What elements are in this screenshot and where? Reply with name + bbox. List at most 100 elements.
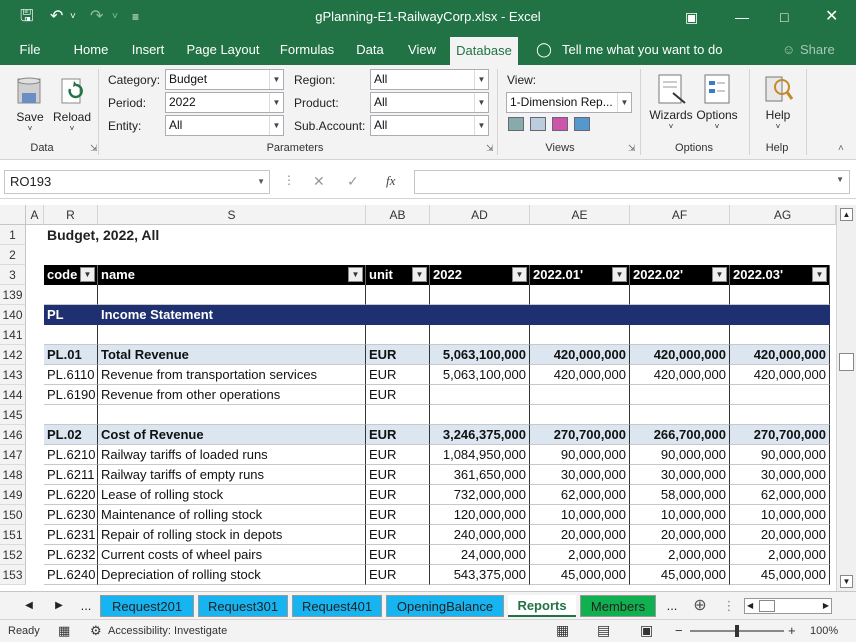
page-layout-view-icon[interactable]: ▤ <box>597 622 610 639</box>
close-icon[interactable]: ✕ <box>825 0 838 34</box>
table-cell[interactable]: 90,000,000 <box>730 445 830 465</box>
row-header[interactable]: 147 <box>0 445 26 465</box>
table-cell[interactable] <box>430 305 530 325</box>
table-cell[interactable]: 2,000,000 <box>630 545 730 565</box>
tell-me-search[interactable]: Tell me what you want to do <box>562 34 722 65</box>
table-cell[interactable]: 266,700,000 <box>630 425 730 445</box>
entity-select[interactable]: All ▼ <box>165 115 284 136</box>
table-cell[interactable]: 30,000,000 <box>530 465 630 485</box>
tab-insert[interactable]: Insert <box>126 34 170 65</box>
column-header[interactable]: AD <box>430 205 530 225</box>
page-break-view-icon[interactable]: ▣ <box>640 622 653 639</box>
design-view-icon[interactable] <box>574 117 590 131</box>
column-header[interactable]: R <box>44 205 98 225</box>
minimize-icon[interactable]: — <box>735 0 749 34</box>
tab-database[interactable]: Database <box>450 37 518 65</box>
table-cell[interactable]: 10,000,000 <box>730 505 830 525</box>
table-cell[interactable] <box>44 285 98 305</box>
table-cell[interactable] <box>430 405 530 425</box>
category-select[interactable]: Budget ▼ <box>165 69 284 90</box>
accessibility-icon[interactable]: ⚙ <box>90 623 102 639</box>
table-cell[interactable]: Railway tariffs of loaded runs <box>98 445 366 465</box>
sheet-tab[interactable]: Request301 <box>198 595 288 617</box>
filter-dropdown-icon[interactable]: ▼ <box>812 267 827 282</box>
row-header[interactable]: 152 <box>0 545 26 565</box>
horizontal-scrollbar[interactable]: ◀ ▶ <box>744 598 832 614</box>
column-header[interactable]: S <box>98 205 366 225</box>
row-header[interactable]: 151 <box>0 525 26 545</box>
sheet-tab[interactable]: OpeningBalance <box>386 595 504 617</box>
sheet-tab[interactable]: Members <box>580 595 656 617</box>
maximize-icon[interactable]: □ <box>780 0 788 34</box>
redo-icon[interactable]: ↷ <box>90 0 103 34</box>
zoom-out-icon[interactable]: − <box>675 623 683 638</box>
zoom-level[interactable]: 100% <box>810 625 838 637</box>
tab-split-icon[interactable]: ⋮ <box>722 595 736 617</box>
table-cell[interactable]: EUR <box>366 445 430 465</box>
row-header[interactable]: 145 <box>0 405 26 425</box>
table-cell[interactable]: 45,000,000 <box>730 565 830 585</box>
table-cell[interactable] <box>98 405 366 425</box>
wizards-button[interactable]: Wizards ˅ <box>648 73 694 131</box>
table-cell[interactable]: EUR <box>366 425 430 445</box>
collapse-ribbon-icon[interactable]: ˄ <box>838 143 844 154</box>
table-cell[interactable]: 90,000,000 <box>630 445 730 465</box>
table-cell[interactable]: 543,375,000 <box>430 565 530 585</box>
table-cell[interactable] <box>530 405 630 425</box>
table-cell[interactable]: Railway tariffs of empty runs <box>98 465 366 485</box>
next-sheet-icon[interactable]: ▶ <box>52 595 66 617</box>
table-cell[interactable] <box>44 325 98 345</box>
h-scroll-thumb[interactable] <box>759 600 775 612</box>
row-header[interactable]: 2 <box>0 245 26 265</box>
insert-function-icon[interactable]: fx <box>386 173 395 189</box>
table-cell[interactable]: Current costs of wheel pairs <box>98 545 366 565</box>
region-select[interactable]: All ▼ <box>370 69 489 90</box>
table-cell[interactable]: EUR <box>366 365 430 385</box>
filter-dropdown-icon[interactable]: ▼ <box>412 267 427 282</box>
undo-icon[interactable]: ↶ <box>50 0 63 34</box>
row-header[interactable]: 144 <box>0 385 26 405</box>
enter-icon[interactable]: ✓ <box>347 173 359 190</box>
row-header[interactable]: 143 <box>0 365 26 385</box>
table-cell[interactable]: 732,000,000 <box>430 485 530 505</box>
table-cell[interactable] <box>98 325 366 345</box>
table-cell[interactable] <box>630 285 730 305</box>
table-cell[interactable]: Maintenance of rolling stock <box>98 505 366 525</box>
table-cell[interactable] <box>366 285 430 305</box>
table-cell[interactable]: PL.6230 <box>44 505 98 525</box>
grid-view-icon[interactable] <box>530 117 546 131</box>
table-cell[interactable] <box>730 305 830 325</box>
table-cell[interactable]: 240,000,000 <box>430 525 530 545</box>
row-header[interactable]: 3 <box>0 265 26 285</box>
table-cell[interactable] <box>730 385 830 405</box>
column-header[interactable]: AG <box>730 205 836 225</box>
tab-data[interactable]: Data <box>350 34 390 65</box>
table-cell[interactable]: PL <box>44 305 98 325</box>
zoom-slider[interactable] <box>690 625 784 637</box>
table-cell[interactable] <box>530 385 630 405</box>
table-cell[interactable]: 420,000,000 <box>630 365 730 385</box>
table-cell[interactable]: PL.6220 <box>44 485 98 505</box>
row-header[interactable]: 149 <box>0 485 26 505</box>
table-cell[interactable]: PL.6110 <box>44 365 98 385</box>
table-cell[interactable]: 120,000,000 <box>430 505 530 525</box>
table-cell[interactable]: PL.01 <box>44 345 98 365</box>
table-cell[interactable]: EUR <box>366 485 430 505</box>
new-sheet-icon[interactable]: ⊕ <box>690 595 710 617</box>
scroll-up-icon[interactable]: ▲ <box>840 208 853 221</box>
table-cell[interactable]: 45,000,000 <box>630 565 730 585</box>
filter-dropdown-icon[interactable]: ▼ <box>712 267 727 282</box>
accessibility-status[interactable]: Accessibility: Investigate <box>108 625 227 637</box>
table-cell[interactable]: PL.6211 <box>44 465 98 485</box>
table-cell[interactable]: Income Statement <box>98 305 366 325</box>
table-cell[interactable] <box>530 325 630 345</box>
table-cell[interactable]: PL.02 <box>44 425 98 445</box>
table-cell[interactable]: 30,000,000 <box>630 465 730 485</box>
row-header[interactable]: 148 <box>0 465 26 485</box>
table-cell[interactable]: 361,650,000 <box>430 465 530 485</box>
row-header[interactable]: 139 <box>0 285 26 305</box>
table-cell[interactable]: Repair of rolling stock in depots <box>98 525 366 545</box>
customize-qat-icon[interactable]: ≡ <box>132 0 139 34</box>
formula-input[interactable]: ▼ <box>414 170 850 194</box>
table-cell[interactable]: PL.6240 <box>44 565 98 585</box>
